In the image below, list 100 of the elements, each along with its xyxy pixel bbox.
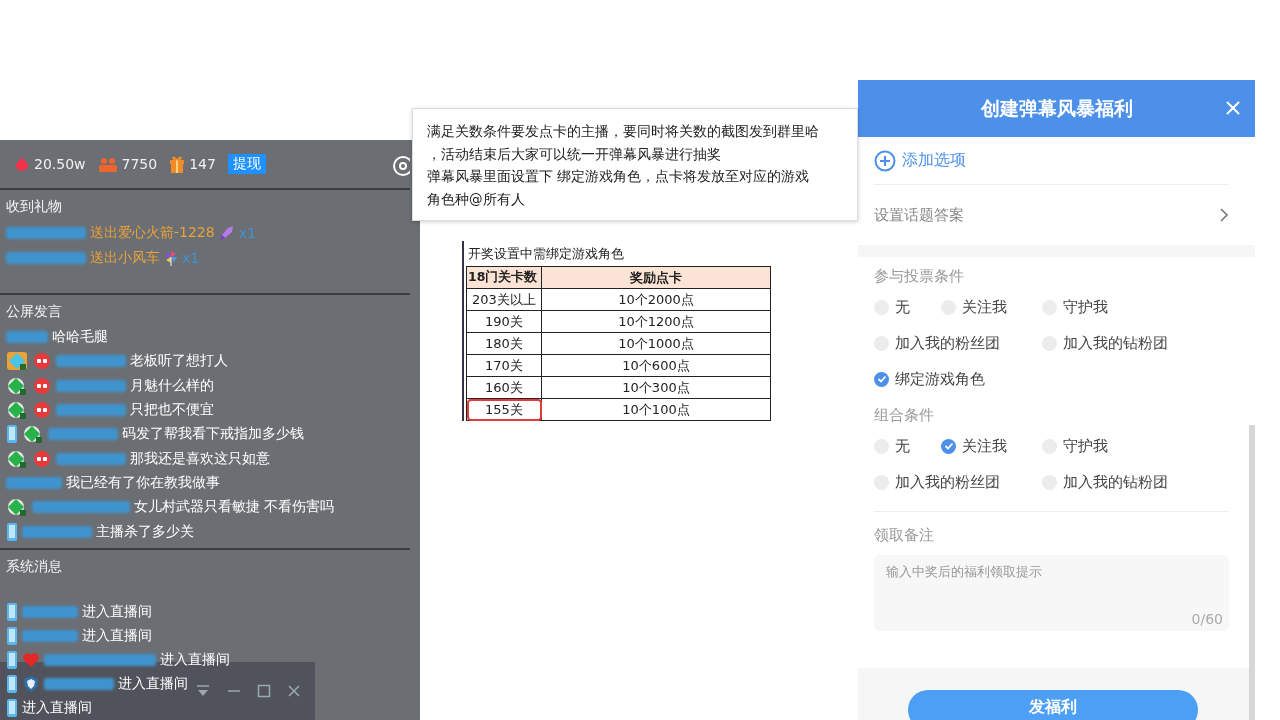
checkbox-option[interactable]: 加入我的钻粉团 [1042, 471, 1168, 493]
gem-badge-icon [22, 424, 44, 445]
topic-answer-row[interactable]: 设置话题答案 [874, 185, 1229, 245]
rocket-icon [218, 224, 235, 241]
close-icon [1225, 100, 1241, 116]
heart-icon [22, 652, 40, 668]
option-label: 加入我的粉丝团 [895, 472, 1000, 492]
field-label: 领取备注 [874, 526, 935, 545]
option-label: 无 [895, 436, 910, 456]
chat-message: 主播杀了多少关 [96, 522, 194, 541]
checkbox-option[interactable]: 守护我 [1042, 435, 1108, 457]
chat-message: 码发了帮我看下戒指加多少钱 [122, 425, 304, 444]
table-cell: 180关 [466, 332, 542, 355]
mask-badge-icon [32, 352, 52, 371]
option-label: 关注我 [962, 436, 1007, 456]
gift-text: 送出小风车 [90, 248, 160, 267]
mask-badge-icon [32, 449, 52, 468]
checkbox-option[interactable]: 关注我 [941, 435, 1007, 457]
phone-icon [6, 674, 18, 694]
chat-message: 哈哈毛腿 [52, 328, 108, 347]
blurred-name [56, 355, 126, 368]
chat-message: 老板听了想打人 [130, 352, 228, 371]
stat-value: 147 [189, 156, 216, 172]
table-cell: 10个2000点 [541, 288, 771, 311]
checkbox-option[interactable]: 无 [874, 435, 910, 457]
blurred-name [6, 331, 48, 344]
chat-message: 进入直播间 [22, 699, 92, 717]
group-title: 参与投票条件 [874, 267, 965, 286]
table-cell: 203关以上 [466, 288, 542, 311]
table-cell: 155关 [466, 398, 542, 421]
blurred-name [22, 525, 92, 538]
table-caption: 开奖设置中需绑定游戏角色 [468, 245, 625, 263]
checkbox[interactable] [874, 371, 889, 387]
group-title: 组合条件 [874, 406, 935, 425]
gem-badge-icon [6, 375, 28, 396]
gift-count: x1 [238, 224, 256, 241]
column-header: 18门关卡数 [466, 266, 542, 289]
collapse-icon[interactable] [195, 684, 211, 698]
mask-badge-icon [32, 401, 52, 420]
chat-message: 月魅什么样的 [130, 376, 214, 395]
chat-message: 进入直播间 [160, 651, 230, 669]
stat-value: 7750 [121, 156, 158, 172]
maximize-icon[interactable] [257, 684, 271, 698]
option-label: 绑定游戏角色 [895, 369, 985, 389]
gift-icon [169, 155, 186, 173]
checkbox-option[interactable]: 加入我的粉丝团 [874, 332, 1000, 354]
chat-message: 进入直播间 [82, 603, 152, 621]
option-label: 加入我的钻粉团 [1063, 472, 1168, 492]
phone-icon [6, 698, 18, 718]
checkbox-option[interactable]: 无 [874, 296, 910, 318]
table-cell: 10个600点 [541, 354, 771, 377]
flame-icon [14, 156, 30, 172]
gem-badge-icon [6, 497, 28, 518]
close-icon[interactable] [287, 684, 301, 698]
char-counter: 0/60 [1191, 611, 1223, 627]
chat-message: 进入直播间 [118, 675, 188, 693]
phone-icon [6, 602, 18, 622]
checkbox-option[interactable]: 加入我的粉丝团 [874, 471, 1000, 493]
blurred-name [6, 477, 62, 490]
blurred-name [56, 452, 126, 465]
note-text: 满足关数条件要发点卡的主播，要同时将关数的截图发到群里哈 [427, 122, 820, 141]
option-label: 加入我的粉丝团 [895, 333, 1000, 353]
blurred-name [22, 606, 78, 618]
check-icon [876, 374, 887, 384]
option-label: 无 [895, 297, 910, 317]
blurred-name [56, 404, 126, 417]
option-label: 关注我 [962, 297, 1007, 317]
close-button[interactable] [1225, 100, 1241, 116]
table-cell: 10个1200点 [541, 310, 771, 333]
table-cell: 160关 [466, 376, 542, 399]
settings-icon[interactable] [392, 155, 410, 177]
note-text: 角色种@所有人 [427, 189, 526, 209]
checkbox-option[interactable]: 加入我的钻粉团 [1042, 332, 1168, 354]
gem-badge-icon [6, 448, 28, 469]
checkbox[interactable] [941, 438, 956, 454]
checkbox-option[interactable]: 守护我 [1042, 296, 1108, 318]
chat-message: 只把也不便宜 [130, 401, 214, 420]
table-cell: 10个1000点 [541, 332, 771, 355]
phone-icon [6, 424, 18, 445]
checkbox-option[interactable]: 绑定游戏角色 [874, 368, 985, 390]
chevron-right-icon [1219, 207, 1229, 223]
mask-badge-icon [32, 376, 52, 395]
chat-message: 那我还是喜欢这只如意 [130, 449, 270, 468]
scrollbar[interactable] [1249, 425, 1255, 720]
table-cell: 10个100点 [541, 398, 771, 421]
phone-icon [6, 650, 18, 670]
pinwheel-icon [164, 249, 178, 266]
gem-badge-icon [6, 400, 28, 421]
option-label: 守护我 [1063, 297, 1108, 317]
table-cell: 170关 [466, 354, 542, 377]
blurred-name [48, 428, 118, 441]
chat-message: 女儿村武器只看敏捷 不看伤害吗 [134, 498, 335, 517]
phone-icon [6, 626, 18, 646]
checkbox-option[interactable]: 关注我 [941, 296, 1007, 318]
note-text: ，活动结束后大家可以统一开弹幕风暴进行抽奖 [427, 144, 722, 164]
note-text: 弹幕风暴里面设置下 绑定游戏角色，点卡将发放至对应的游戏 [427, 167, 811, 186]
gift-count: x1 [182, 249, 200, 266]
chat-message: 进入直播间 [82, 627, 152, 645]
blurred-name [56, 379, 126, 392]
shield-badge-icon [22, 675, 40, 693]
